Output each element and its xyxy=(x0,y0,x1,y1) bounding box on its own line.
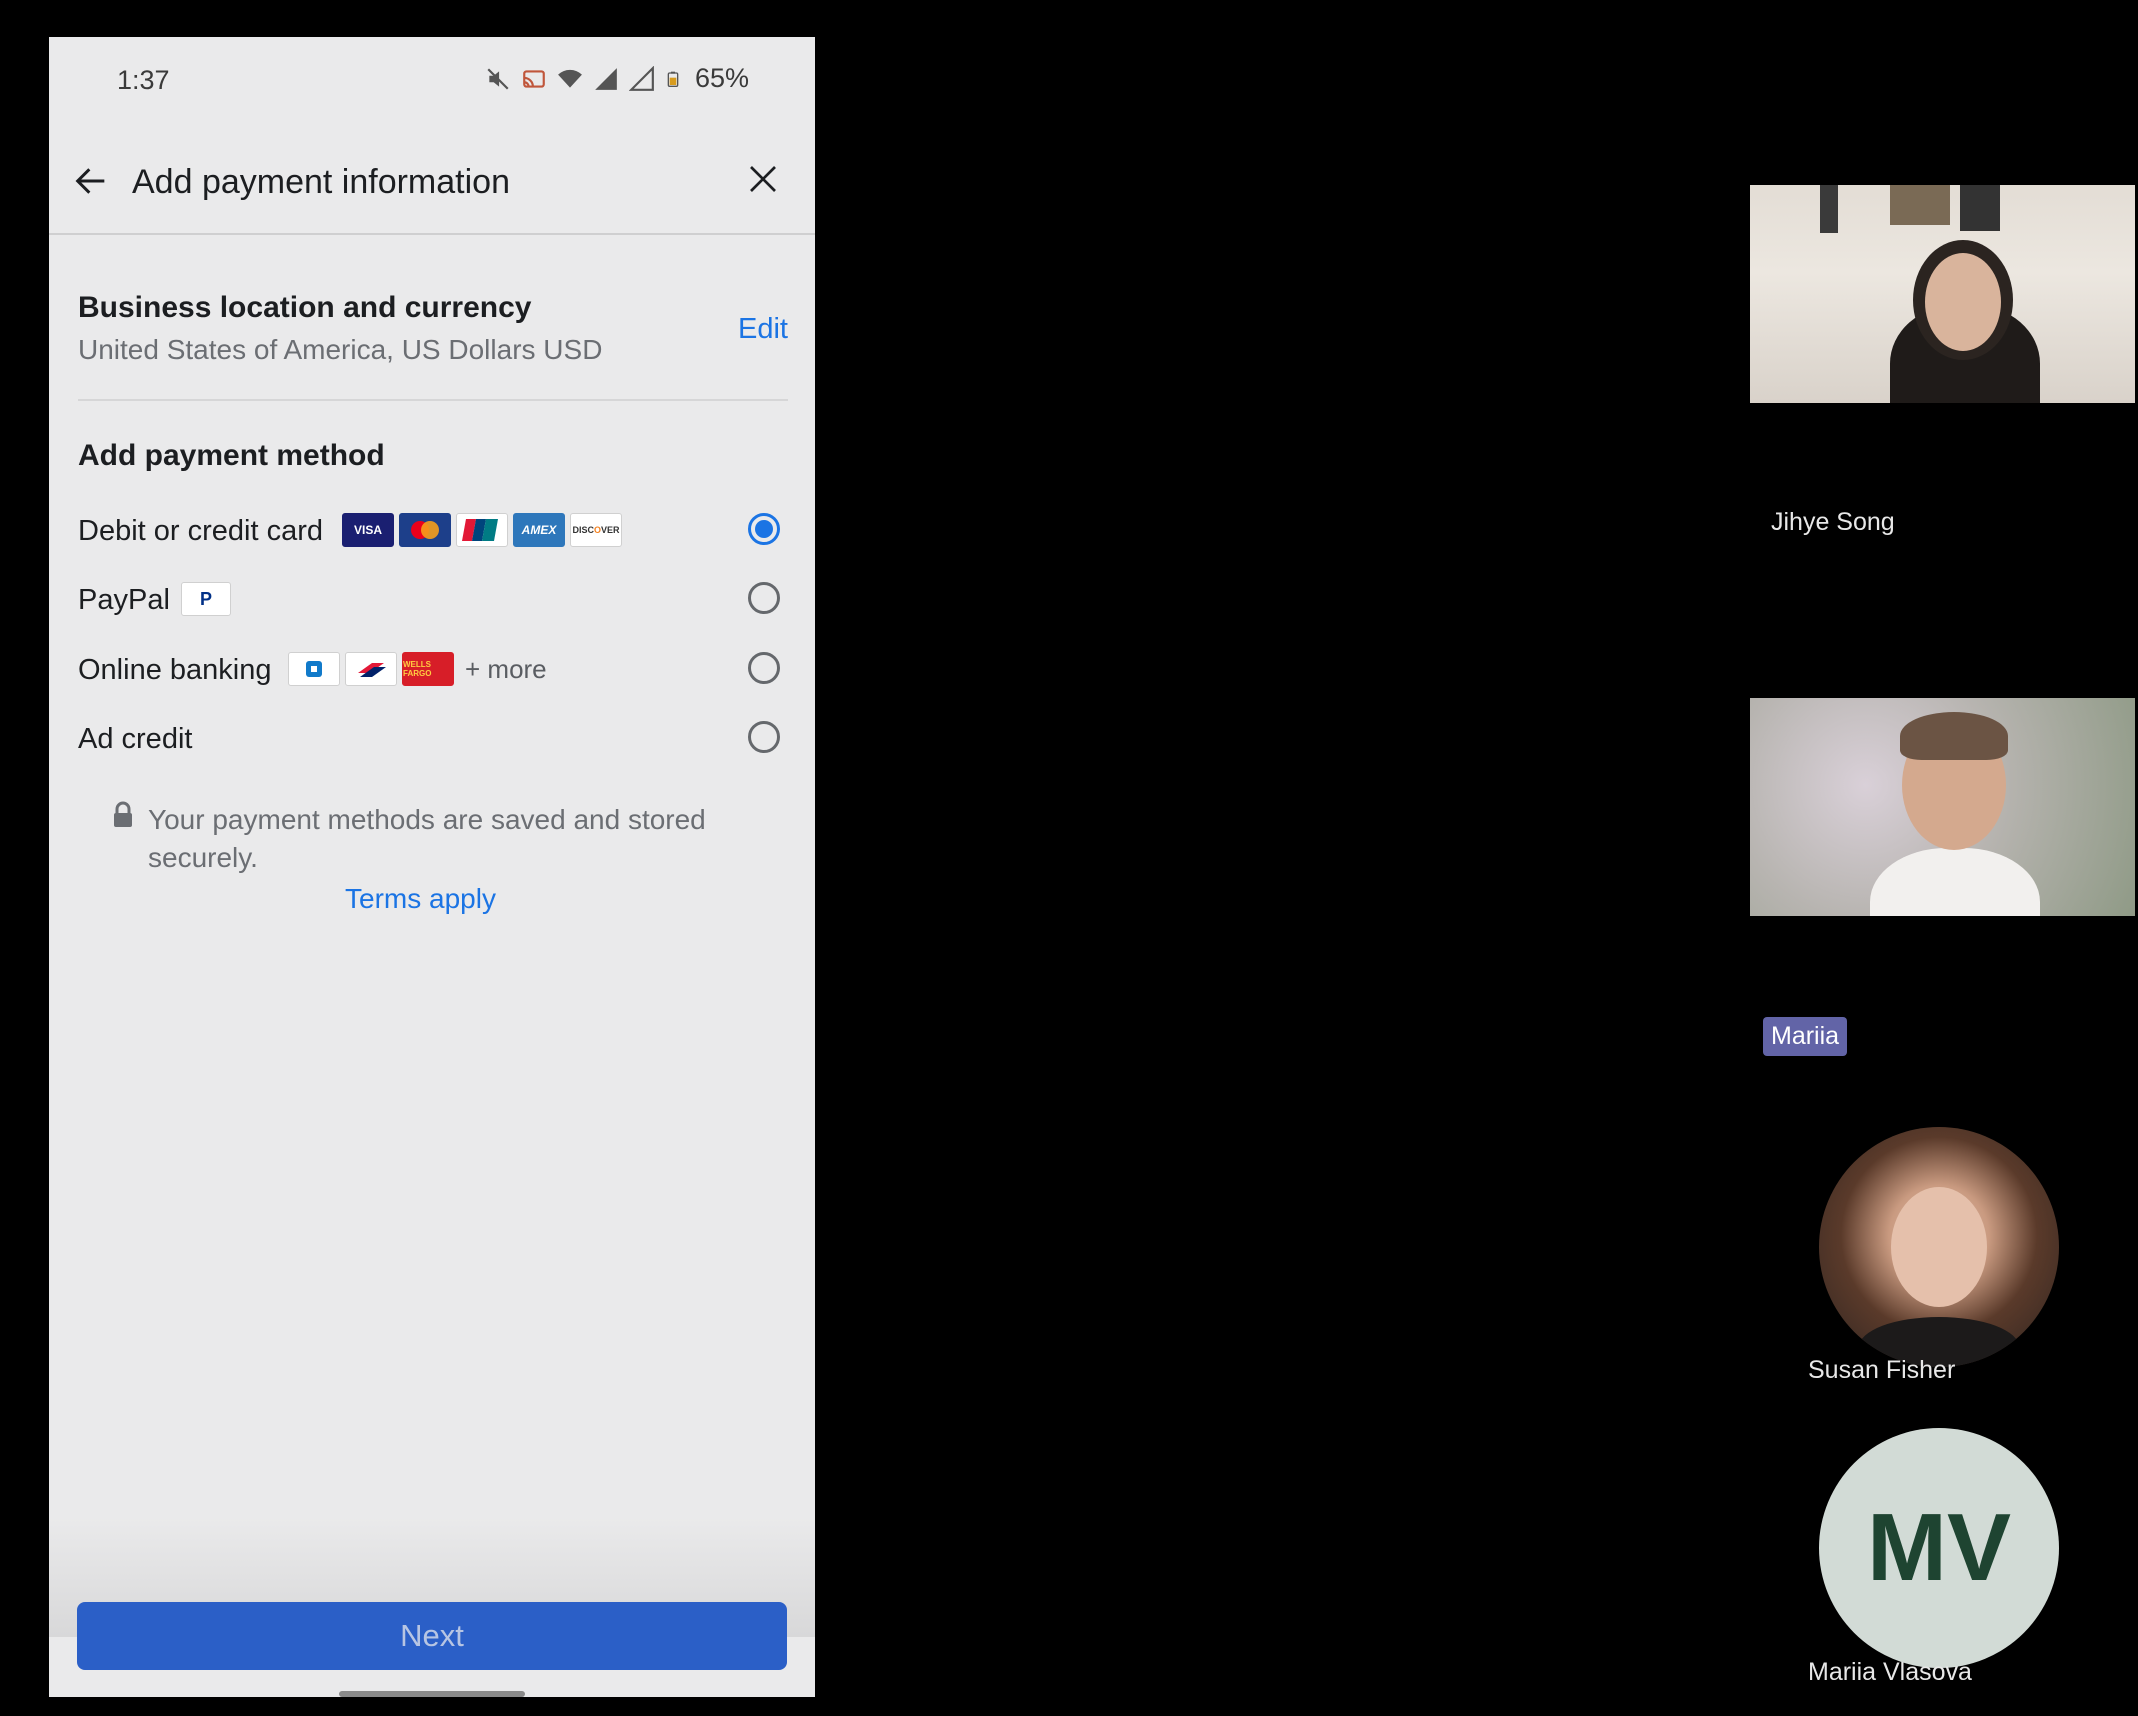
edit-location-link[interactable]: Edit xyxy=(738,313,788,346)
payment-option-label: Ad credit xyxy=(78,723,193,755)
business-location-value: United States of America, US Dollars USD xyxy=(78,334,603,365)
participant-video-jihye[interactable] xyxy=(1750,185,2135,403)
discover-logo: DISC O VER xyxy=(570,513,622,547)
bank-logos: WELLS FARGO + more xyxy=(288,652,547,686)
participant-face xyxy=(1891,1187,1987,1307)
participant-name-susan: Susan Fisher xyxy=(1808,1356,1956,1384)
card-logos: VISA AMEX DISC O VER xyxy=(342,513,622,547)
wells-fargo-logo: WELLS FARGO xyxy=(402,652,454,686)
bank-of-america-logo xyxy=(345,652,397,686)
avatar-initials: MV xyxy=(1867,1494,2011,1601)
signal-icon xyxy=(595,67,617,90)
radio-ad-credit[interactable] xyxy=(748,721,780,753)
background-art xyxy=(1960,185,2000,231)
business-location-title: Business location and currency xyxy=(78,291,532,324)
unionpay-logo xyxy=(456,513,508,547)
visa-logo: VISA xyxy=(342,513,394,547)
radio-card[interactable] xyxy=(748,513,780,545)
wifi-icon xyxy=(558,69,582,88)
page-title: Add payment information xyxy=(132,163,510,201)
participant-video-mariia[interactable] xyxy=(1750,698,2135,916)
paypal-logos: P xyxy=(181,582,231,616)
status-time: 1:37 xyxy=(117,65,170,95)
business-location-section: Business location and currency United St… xyxy=(78,251,788,401)
terms-apply-link[interactable]: Terms apply xyxy=(345,883,496,915)
radio-online-banking[interactable] xyxy=(748,652,780,684)
payment-option-label: PayPal xyxy=(78,584,170,616)
participant-name-mariia: Mariia xyxy=(1763,1017,1848,1056)
arrow-left-icon xyxy=(75,168,105,194)
participant-hair xyxy=(1900,712,2008,760)
next-button[interactable]: Next xyxy=(77,1602,787,1670)
lock-icon xyxy=(114,801,132,827)
battery-percent: 65% xyxy=(694,63,749,93)
payment-option-online-banking[interactable]: Online banking WELLS FARGO + more xyxy=(78,640,788,700)
status-icons: 65% xyxy=(485,63,749,94)
participant-avatar-mariia-vlasova[interactable]: MV xyxy=(1819,1428,2059,1668)
phone-screen: 1:37 65% Add payment information Busines… xyxy=(49,37,815,1697)
mute-icon xyxy=(487,67,509,90)
participant-name-jihye: Jihye Song xyxy=(1771,508,1895,536)
mastercard-logo xyxy=(399,513,451,547)
home-indicator xyxy=(339,1691,525,1697)
participant-name-mariia-vlasova: Mariia Vlasova xyxy=(1808,1658,1972,1686)
payment-option-label: Debit or credit card xyxy=(78,515,323,547)
chase-logo xyxy=(288,652,340,686)
amex-logo: AMEX xyxy=(513,513,565,547)
signal-roaming-icon xyxy=(628,65,654,91)
status-bar: 1:37 65% xyxy=(49,37,815,125)
more-banks-text: + more xyxy=(465,653,547,684)
close-button[interactable] xyxy=(739,155,787,203)
participant-body xyxy=(1870,848,2040,916)
payment-option-label: Online banking xyxy=(78,654,272,686)
app-bar: Add payment information xyxy=(49,125,815,235)
payment-option-paypal[interactable]: PayPal P xyxy=(78,570,788,630)
participant-avatar-susan[interactable] xyxy=(1819,1127,2059,1367)
payment-method-title: Add payment method xyxy=(78,439,385,472)
paypal-logo: P xyxy=(181,582,231,616)
battery-icon xyxy=(667,71,679,87)
background-art xyxy=(1890,185,1950,225)
close-icon xyxy=(750,166,776,192)
background-art xyxy=(1820,185,1838,233)
participant-face xyxy=(1925,253,2001,351)
back-button[interactable] xyxy=(67,157,115,205)
radio-paypal[interactable] xyxy=(748,582,780,614)
payment-option-ad-credit[interactable]: Ad credit xyxy=(78,709,788,769)
secure-storage-note: Your payment methods are saved and store… xyxy=(148,804,706,873)
payment-option-card[interactable]: Debit or credit card VISA AMEX DISC O VER xyxy=(78,501,788,561)
cast-icon xyxy=(523,69,545,88)
